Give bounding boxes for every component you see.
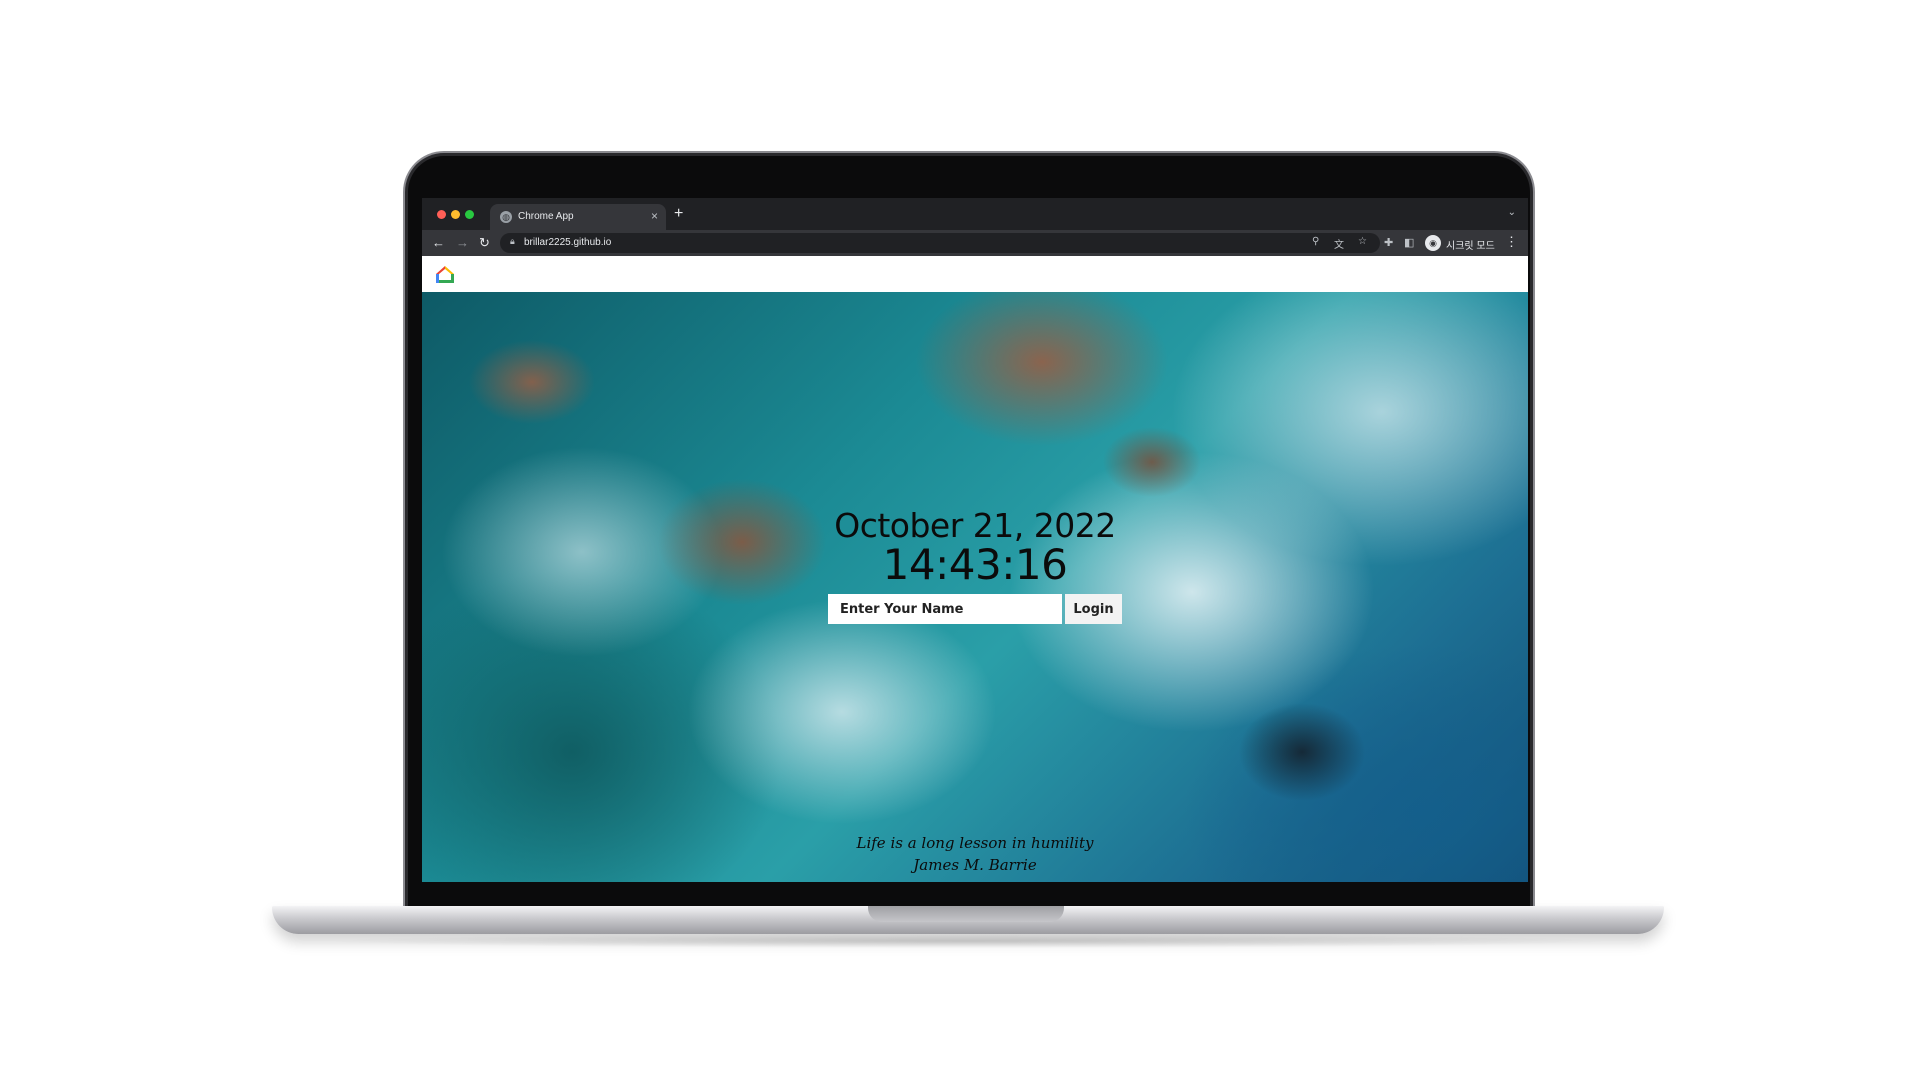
star-icon[interactable]: ☆ xyxy=(1358,236,1367,247)
back-arrow-icon[interactable]: ← xyxy=(432,234,445,252)
tab-title: Chrome App xyxy=(518,211,574,222)
incognito-label[interactable]: 시크릿 모드 xyxy=(1446,237,1495,252)
lock-icon[interactable]: 🔒︎ xyxy=(510,236,515,247)
time-display: 14:43:16 xyxy=(882,540,1068,589)
reload-icon[interactable]: ↻ xyxy=(479,234,490,252)
home-logo-icon[interactable] xyxy=(434,264,456,286)
quote-author: James M. Barrie xyxy=(913,856,1037,874)
tab-close-icon[interactable]: × xyxy=(651,208,658,224)
tab-strip: ◍ Chrome App × + ⌄ xyxy=(422,198,1528,230)
globe-icon: ◍ xyxy=(500,211,512,223)
laptop-shadow xyxy=(320,934,1616,948)
forward-arrow-icon[interactable]: → xyxy=(456,234,469,252)
clock: October 21, 2022 14:43:16 xyxy=(422,506,1528,588)
laptop-screen: ◍ Chrome App × + ⌄ ← → ↻ 🔒︎ brillar2225.… xyxy=(422,198,1528,888)
quote-text: Life is a long lesson in humility xyxy=(856,834,1094,852)
side-panel-icon[interactable]: ◧ xyxy=(1404,236,1414,249)
name-input[interactable] xyxy=(828,594,1062,624)
incognito-icon[interactable]: ◉ xyxy=(1425,235,1441,251)
translate-icon[interactable]: 文 xyxy=(1334,236,1344,251)
login-button[interactable]: Login xyxy=(1065,594,1122,624)
more-menu-icon[interactable]: ⋮ xyxy=(1505,234,1518,250)
maximize-window-button[interactable] xyxy=(465,210,474,219)
address-bar[interactable]: 🔒︎ brillar2225.github.io ⚲ 文 ☆ xyxy=(500,233,1380,253)
new-tab-button[interactable]: + xyxy=(674,205,683,223)
extensions-icon[interactable]: ✚ xyxy=(1384,236,1393,249)
laptop-notch xyxy=(868,906,1064,922)
close-window-button[interactable] xyxy=(437,210,446,219)
page-header xyxy=(422,256,1528,292)
ocean-background: October 21, 2022 14:43:16 Login Life is … xyxy=(422,292,1528,882)
location-icon[interactable]: ⚲ xyxy=(1312,236,1319,247)
quote: Life is a long lesson in humility James … xyxy=(422,832,1528,876)
tab-list-button[interactable]: ⌄ xyxy=(1508,207,1516,218)
browser-tab[interactable]: ◍ Chrome App × xyxy=(490,204,666,230)
minimize-window-button[interactable] xyxy=(451,210,460,219)
browser-toolbar: ← → ↻ 🔒︎ brillar2225.github.io ⚲ 文 ☆ ✚ ◧… xyxy=(422,230,1528,256)
login-form: Login xyxy=(828,594,1122,624)
url-text[interactable]: brillar2225.github.io xyxy=(524,237,611,248)
screen-bottom-bezel xyxy=(422,882,1528,888)
